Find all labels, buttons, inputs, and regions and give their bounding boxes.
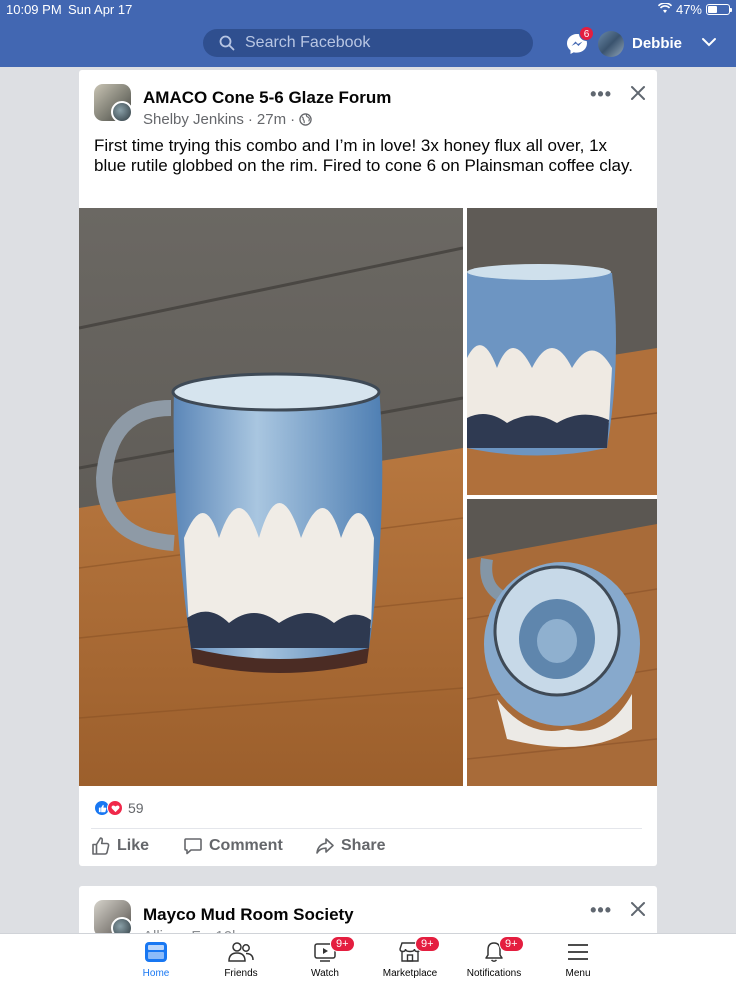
status-bar: 10:09 PM Sun Apr 17 47% [6, 2, 732, 18]
chevron-down-icon[interactable] [701, 36, 717, 48]
top-bar: 10:09 PM Sun Apr 17 47% Search Facebook … [0, 0, 736, 67]
close-icon[interactable] [629, 84, 647, 102]
post-photo-main[interactable] [79, 208, 463, 786]
post-text: First time trying this combo and I’m in … [94, 136, 633, 175]
meta-separator-2: · [290, 111, 296, 128]
globe-icon [299, 113, 312, 126]
nav-home-label: Home [142, 968, 170, 979]
meta-separator: · [247, 111, 253, 128]
battery-fill [708, 6, 717, 13]
nav-friends-label: Friends [224, 968, 258, 979]
nav-marketplace[interactable]: 9+ Marketplace [365, 936, 455, 979]
avatar[interactable] [598, 31, 624, 57]
post-actions: Like Comment Share [79, 836, 657, 862]
search-placeholder: Search Facebook [245, 34, 371, 51]
menu-icon [568, 944, 588, 960]
wifi-icon [657, 2, 673, 17]
watch-badge: 9+ [330, 936, 355, 952]
nav-notifications[interactable]: 9+ Notifications [449, 936, 539, 979]
reactions-summary[interactable]: 59 [94, 800, 144, 816]
notifications-badge: 9+ [499, 936, 524, 952]
friends-icon [228, 942, 254, 962]
nav-watch-label: Watch [311, 968, 339, 979]
divider [91, 828, 642, 829]
share-icon [316, 838, 334, 854]
nav-menu-label: Menu [565, 968, 591, 979]
thumbs-up-icon [92, 837, 110, 855]
user-name[interactable]: Debbie [632, 35, 682, 52]
group-avatar[interactable] [94, 84, 131, 121]
more-options-button[interactable]: ••• [590, 900, 612, 921]
post-meta: Shelby Jenkins · 27m · [143, 111, 312, 128]
messenger-badge: 6 [579, 26, 594, 41]
status-right: 47% [657, 2, 732, 17]
status-time: 10:09 PM [6, 2, 62, 17]
battery-percent: 47% [675, 2, 702, 17]
close-icon[interactable] [629, 900, 647, 918]
more-options-button[interactable]: ••• [590, 84, 612, 105]
author-avatar[interactable] [111, 101, 131, 121]
comment-button[interactable]: Comment [183, 836, 283, 856]
nav-home[interactable]: Home [111, 938, 201, 979]
status-date: Sun Apr 17 [68, 2, 133, 17]
author-name[interactable]: Shelby Jenkins [143, 111, 244, 128]
battery-icon [706, 4, 732, 15]
nav-marketplace-label: Marketplace [382, 968, 438, 979]
nav-menu[interactable]: Menu [533, 938, 623, 979]
post-time[interactable]: 27m [257, 111, 286, 128]
like-label: Like [117, 837, 150, 854]
post-photo-bottom-right[interactable] [467, 499, 657, 786]
nav-notifications-label: Notifications [466, 968, 522, 979]
group-avatar[interactable] [94, 900, 131, 937]
search-input[interactable]: Search Facebook [203, 29, 533, 57]
post-card: AMACO Cone 5-6 Glaze Forum Shelby Jenkin… [79, 70, 657, 866]
reaction-count: 59 [128, 800, 144, 816]
post-photo-top-right[interactable] [467, 208, 657, 495]
love-reaction-icon [107, 800, 123, 816]
marketplace-badge: 9+ [415, 936, 440, 952]
nav-watch[interactable]: 9+ Watch [280, 936, 370, 979]
search-icon [219, 35, 235, 51]
home-icon [145, 942, 167, 962]
bottom-nav: Home Friends 9+ Watch 9+ Marketplace 9+ … [0, 933, 736, 981]
comment-label: Comment [209, 837, 283, 854]
comment-icon [184, 838, 202, 855]
like-button[interactable]: Like [91, 836, 149, 856]
share-label: Share [341, 837, 386, 854]
group-name[interactable]: AMACO Cone 5-6 Glaze Forum [143, 88, 391, 108]
nav-friends[interactable]: Friends [196, 938, 286, 979]
share-button[interactable]: Share [315, 836, 385, 856]
group-name[interactable]: Mayco Mud Room Society [143, 905, 354, 925]
